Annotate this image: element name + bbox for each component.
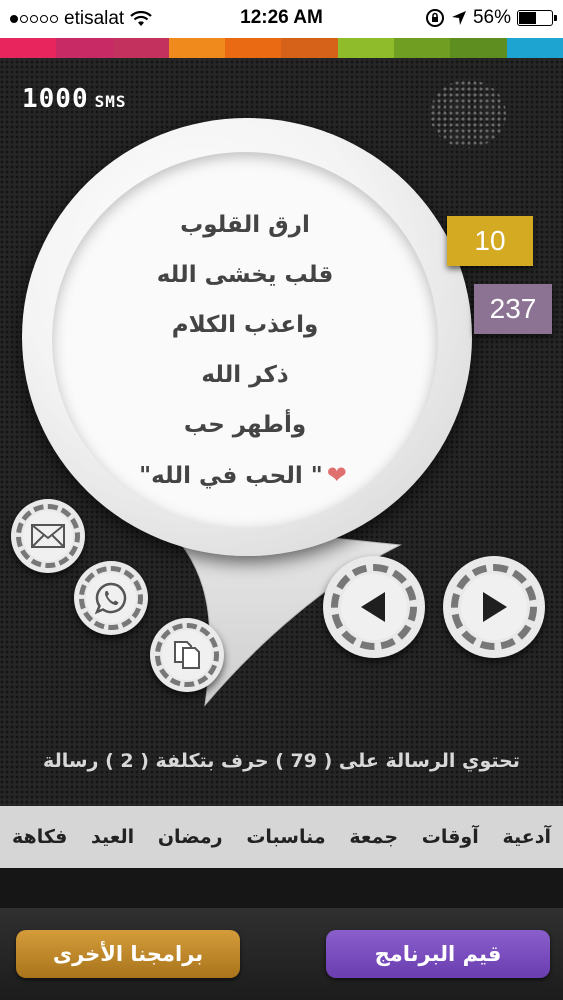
envelope-icon (31, 524, 65, 548)
category-friday[interactable]: جمعة (349, 826, 398, 848)
button-core (162, 630, 212, 680)
message-line: قلب يخشى الله (156, 262, 334, 288)
category-bar-shadow (0, 868, 563, 908)
category-ramadan[interactable]: رمضان (158, 826, 223, 848)
email-share-button[interactable] (11, 499, 85, 573)
message-line: ذكر الله (201, 362, 289, 388)
category-humor[interactable]: فكاهة (12, 826, 67, 848)
message-text: ارق القلوب قلب يخشى الله واعذب الكلام ذك… (70, 200, 420, 500)
message-line: واعذب الكلام (171, 312, 319, 338)
message-line: وأطهر حب (183, 412, 307, 438)
rate-app-button[interactable]: قيم البرنامج (326, 930, 550, 978)
heart-icon: ❤ (326, 461, 347, 489)
play-left-icon (361, 592, 385, 622)
whatsapp-share-button[interactable] (74, 561, 148, 635)
message-info-text: تحتوي الرسالة على ( 79 ) حرف بتكلفة ( 2 … (43, 750, 520, 772)
button-core (341, 574, 407, 640)
copy-icon (174, 641, 200, 669)
button-core (23, 511, 73, 561)
previous-button[interactable] (323, 556, 425, 658)
message-line-last: ❤" الحب في الله" (70, 450, 420, 500)
category-bar: آدعية آوقات جمعة مناسبات رمضان العيد فكا… (0, 806, 563, 868)
category-eid[interactable]: العيد (91, 826, 134, 848)
button-core (86, 573, 136, 623)
category-times[interactable]: آوقات (422, 826, 479, 848)
play-right-icon (483, 592, 507, 622)
message-line: ارق القلوب (180, 212, 310, 238)
message-index-badge: 10 (447, 216, 533, 266)
copy-button[interactable] (150, 618, 224, 692)
app-screen: etisalat 12:26 AM 56% 1000 SMS ارق القلو… (0, 0, 563, 1000)
button-core (461, 574, 527, 640)
next-button[interactable] (443, 556, 545, 658)
message-line: " الحب في الله" (139, 463, 323, 489)
category-duas[interactable]: آدعية (502, 826, 551, 848)
category-occasions[interactable]: مناسبات (246, 826, 325, 848)
whatsapp-icon (94, 582, 127, 615)
message-total-badge: 237 (474, 284, 552, 334)
other-apps-button[interactable]: برامجنا الأخرى (16, 930, 240, 978)
